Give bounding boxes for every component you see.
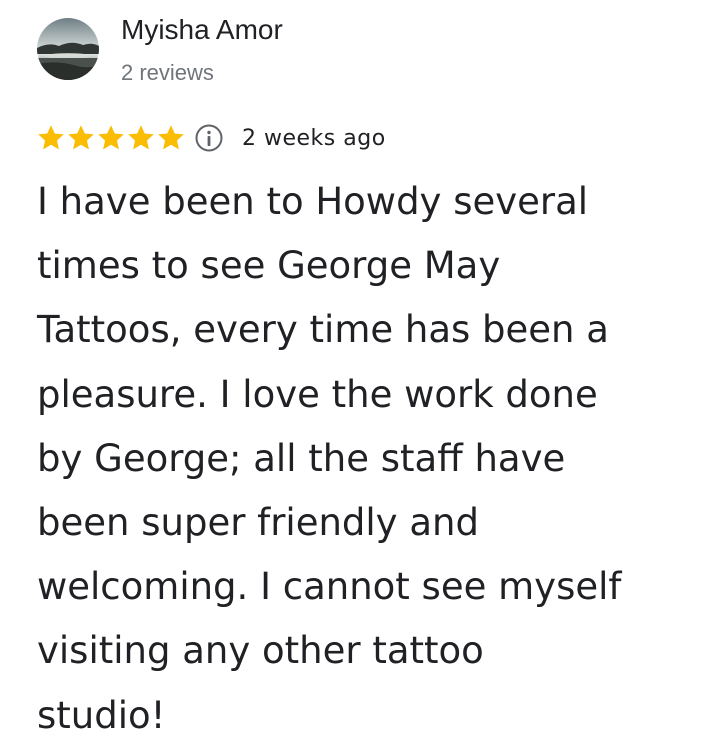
review-card: Myisha Amor 2 reviews 2 weeks ago I have…	[0, 0, 710, 744]
star-icon	[38, 125, 64, 150]
star-icon	[98, 125, 124, 150]
rating-row: 2 weeks ago	[36, 120, 386, 156]
avatar-image	[37, 18, 99, 80]
reviewer-name[interactable]: Myisha Amor	[121, 14, 283, 46]
review-count: 2 reviews	[121, 60, 214, 85]
star-icon	[68, 125, 94, 150]
star-rating	[36, 123, 186, 153]
info-icon[interactable]	[194, 123, 224, 153]
star-icon	[128, 125, 154, 150]
review-date: 2 weeks ago	[242, 125, 386, 151]
review-text: I have been to Howdy several times to se…	[37, 180, 622, 737]
avatar[interactable]	[37, 18, 99, 80]
star-icon	[158, 125, 184, 150]
